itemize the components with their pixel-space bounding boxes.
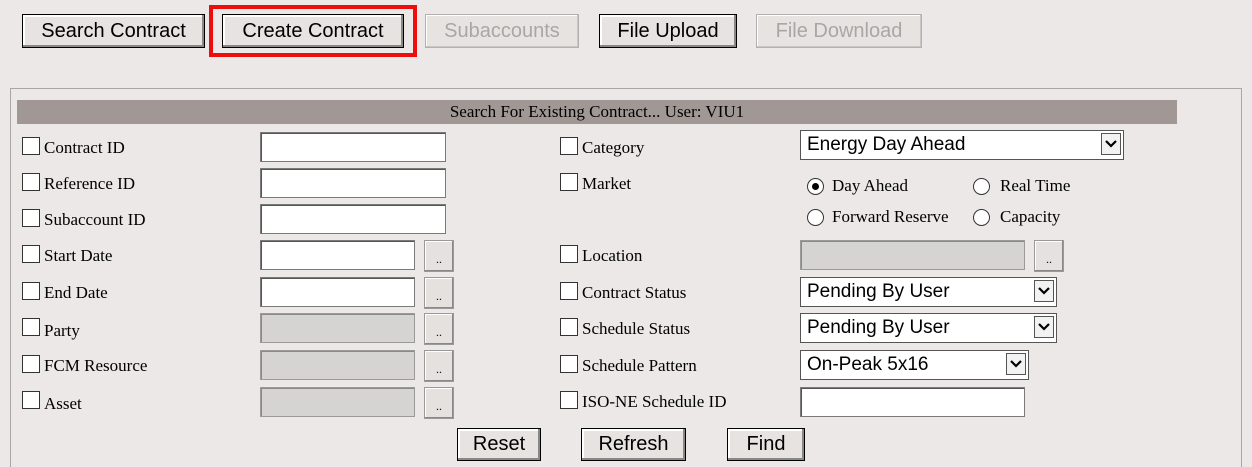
category-checkbox[interactable]: [560, 137, 578, 155]
schedule-status-select[interactable]: Pending By User: [800, 313, 1057, 343]
market-capacity-label: Capacity: [1000, 207, 1061, 226]
fcm-resource-picker-button[interactable]: ..: [424, 350, 454, 382]
market-forward-reserve-label: Forward Reserve: [832, 207, 949, 226]
end-date-picker-button[interactable]: ..: [424, 277, 454, 309]
asset-label: Asset: [44, 394, 82, 413]
contract-id-label: Contract ID: [44, 138, 125, 157]
asset-checkbox[interactable]: [22, 391, 40, 409]
iso-ne-schedule-id-label: ISO-NE Schedule ID: [582, 392, 727, 411]
subaccount-id-label: Subaccount ID: [44, 210, 146, 229]
reference-id-label: Reference ID: [44, 174, 136, 193]
reference-id-checkbox[interactable]: [22, 173, 40, 191]
contract-status-checkbox[interactable]: [560, 282, 578, 300]
schedule-status-label: Schedule Status: [582, 319, 691, 338]
file-download-button[interactable]: File Download: [756, 14, 922, 48]
schedule-pattern-checkbox[interactable]: [560, 355, 578, 373]
location-picker-button[interactable]: ..: [1034, 240, 1064, 272]
file-upload-button[interactable]: File Upload: [599, 14, 737, 48]
fcm-resource-label: FCM Resource: [44, 356, 148, 375]
schedule-pattern-label: Schedule Pattern: [582, 356, 697, 375]
contract-id-checkbox[interactable]: [22, 137, 40, 155]
chevron-down-icon: [1034, 316, 1054, 338]
market-label: Market: [582, 174, 632, 193]
end-date-input[interactable]: [260, 277, 415, 307]
start-date-label: Start Date: [44, 246, 113, 265]
market-capacity-radio[interactable]: [973, 209, 990, 226]
market-day-ahead-radio[interactable]: [807, 178, 824, 195]
start-date-input[interactable]: [260, 240, 415, 270]
contract-id-input[interactable]: [260, 132, 446, 162]
category-select-value: Energy Day Ahead: [807, 134, 966, 155]
chevron-down-icon: [1101, 133, 1121, 155]
find-button[interactable]: Find: [727, 428, 805, 461]
category-select[interactable]: Energy Day Ahead: [800, 130, 1124, 160]
contract-status-select-value: Pending By User: [807, 281, 950, 302]
panel-title: Search For Existing Contract... User: VI…: [17, 100, 1177, 124]
fcm-resource-checkbox[interactable]: [22, 355, 40, 373]
subaccount-id-checkbox[interactable]: [22, 209, 40, 227]
subaccounts-button[interactable]: Subaccounts: [425, 14, 579, 48]
chevron-down-icon: [1006, 353, 1026, 375]
iso-ne-schedule-id-checkbox[interactable]: [560, 391, 578, 409]
location-checkbox[interactable]: [560, 245, 578, 263]
contract-status-label: Contract Status: [582, 283, 687, 302]
refresh-button[interactable]: Refresh: [581, 428, 686, 461]
search-contract-button[interactable]: Search Contract: [22, 14, 205, 48]
asset-picker-button[interactable]: ..: [424, 387, 454, 419]
chevron-down-icon: [1034, 280, 1054, 302]
market-day-ahead-label: Day Ahead: [832, 176, 909, 195]
reset-button[interactable]: Reset: [457, 428, 541, 461]
market-forward-reserve-radio[interactable]: [807, 209, 824, 226]
location-label: Location: [582, 246, 643, 265]
start-date-checkbox[interactable]: [22, 245, 40, 263]
create-contract-highlight: [209, 5, 417, 57]
market-checkbox[interactable]: [560, 173, 578, 191]
reference-id-input[interactable]: [260, 168, 446, 198]
schedule-pattern-select[interactable]: On-Peak 5x16: [800, 350, 1029, 380]
party-picker-button[interactable]: ..: [424, 313, 454, 345]
market-real-time-label: Real Time: [1000, 176, 1071, 195]
start-date-picker-button[interactable]: ..: [424, 240, 454, 272]
party-label: Party: [44, 321, 80, 340]
end-date-label: End Date: [44, 283, 108, 302]
contract-status-select[interactable]: Pending By User: [800, 277, 1057, 307]
party-input[interactable]: [260, 313, 415, 343]
schedule-status-checkbox[interactable]: [560, 318, 578, 336]
market-real-time-radio[interactable]: [973, 178, 990, 195]
schedule-pattern-select-value: On-Peak 5x16: [807, 354, 929, 375]
asset-input[interactable]: [260, 387, 415, 417]
fcm-resource-input[interactable]: [260, 350, 415, 380]
end-date-checkbox[interactable]: [22, 282, 40, 300]
location-input[interactable]: [800, 240, 1025, 270]
iso-ne-schedule-id-input[interactable]: [800, 387, 1025, 417]
party-checkbox[interactable]: [22, 318, 40, 336]
subaccount-id-input[interactable]: [260, 204, 446, 234]
schedule-status-select-value: Pending By User: [807, 317, 950, 338]
category-label: Category: [582, 138, 645, 157]
